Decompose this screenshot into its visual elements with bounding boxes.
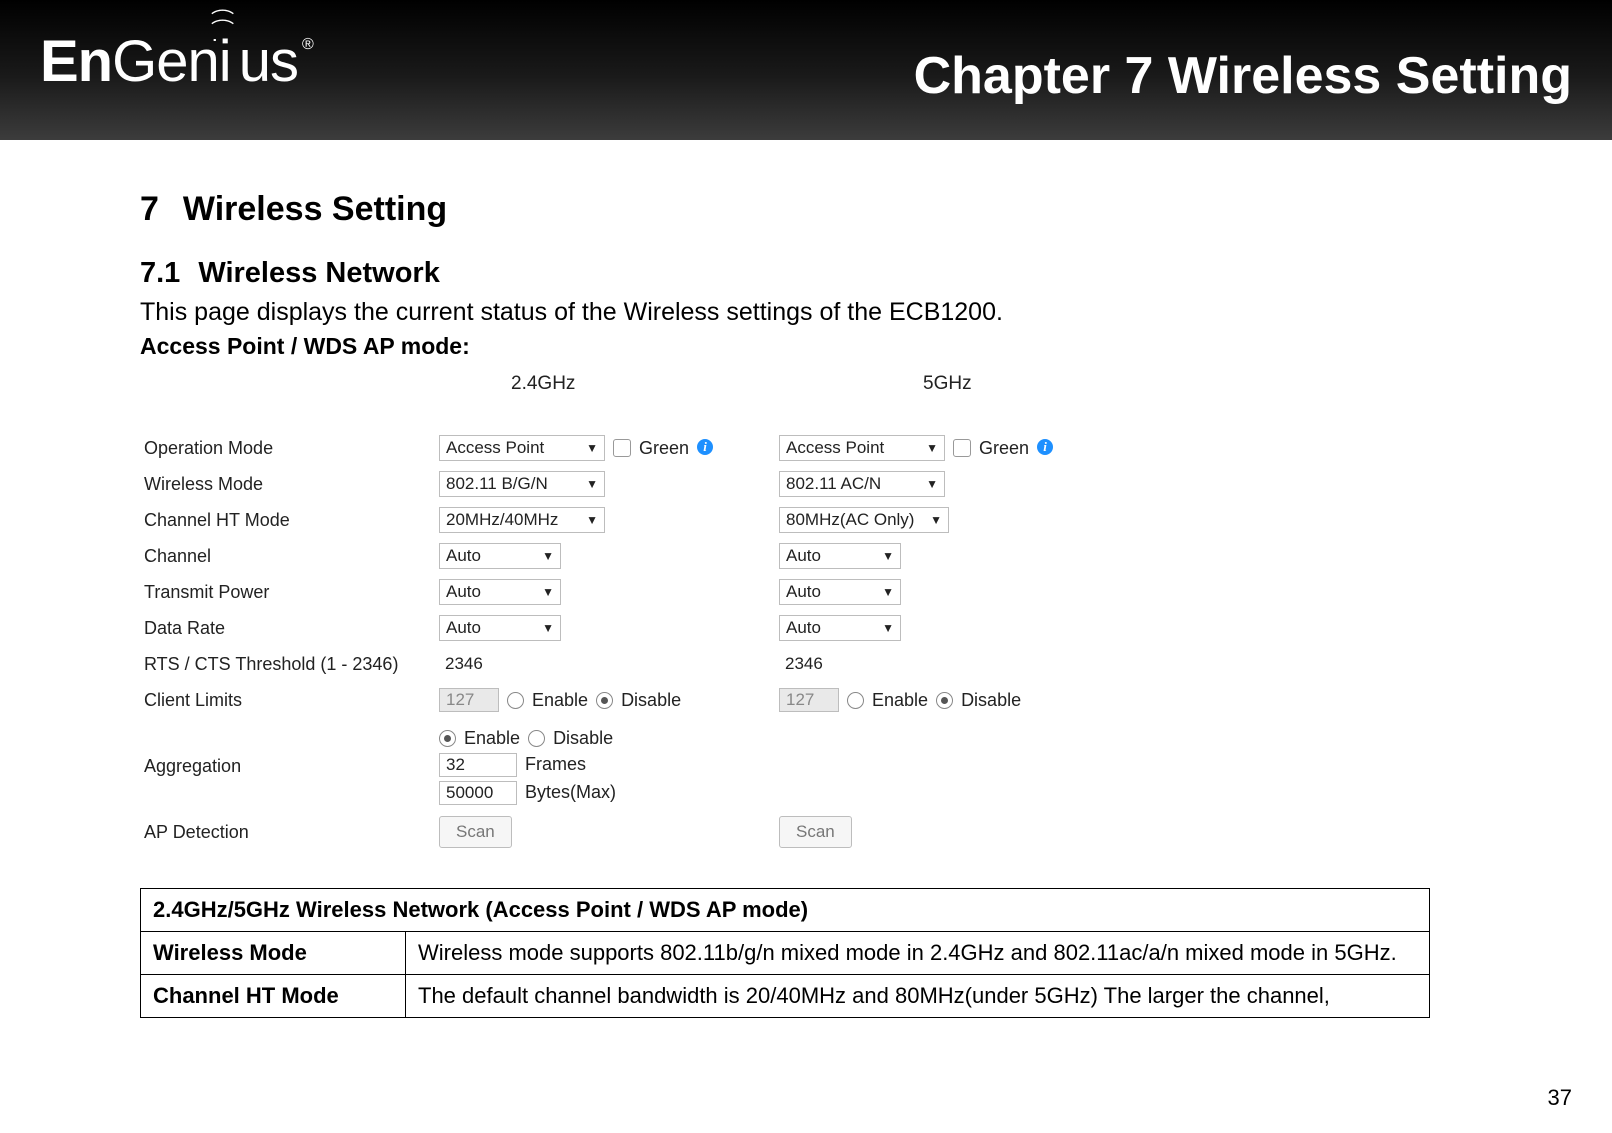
label-wireless-mode: Wireless Mode [140,474,439,495]
row-data-rate: Data Rate Auto▼ Auto▼ [140,610,1480,646]
row-aggregation: Aggregation Enable Disable 32 Frames 500… [140,718,1480,814]
select-wireless-mode-24[interactable]: 802.11 B/G/N▼ [439,471,605,497]
table-key: Channel HT Mode [141,975,406,1018]
label-rtscts: RTS / CTS Threshold (1 - 2346) [140,654,439,675]
checkbox-green-5g[interactable] [953,439,971,457]
label-disable: Disable [553,728,613,749]
radio-aggregation-disable[interactable] [528,730,545,747]
chevron-down-icon: ▼ [882,616,894,640]
scan-button-5g[interactable]: Scan [779,816,852,848]
select-data-rate-5g[interactable]: Auto▼ [779,615,901,641]
radio-client-limits-enable-24[interactable] [507,692,524,709]
brand-logo: EnGen⌒⌒·ius® [40,28,313,95]
label-disable: Disable [961,690,1021,711]
wireless-settings-panel: 2.4GHz 5GHz Operation Mode Access Point▼… [140,366,1480,850]
radio-client-limits-enable-5g[interactable] [847,692,864,709]
table-caption: 2.4GHz/5GHz Wireless Network (Access Poi… [141,889,1430,932]
label-ap-detection: AP Detection [140,822,439,843]
label-green-24: Green [639,438,689,459]
info-icon[interactable]: i [1037,439,1053,455]
input-rtscts-24[interactable]: 2346 [439,652,499,676]
chevron-down-icon: ▼ [926,472,938,496]
chevron-down-icon: ▼ [542,544,554,568]
row-channel: Channel Auto▼ Auto▼ [140,538,1480,574]
select-wireless-mode-5g[interactable]: 802.11 AC/N▼ [779,471,945,497]
label-aggregation: Aggregation [140,756,439,777]
description-table: 2.4GHz/5GHz Wireless Network (Access Poi… [140,888,1430,1018]
chevron-down-icon: ▼ [542,616,554,640]
label-channel: Channel [140,546,439,567]
chevron-down-icon: ▼ [882,580,894,604]
mode-label: Access Point / WDS AP mode: [140,333,1480,360]
table-value: Wireless mode supports 802.11b/g/n mixed… [406,932,1430,975]
select-channel-24[interactable]: Auto▼ [439,543,561,569]
input-client-limits-5g[interactable]: 127 [779,688,839,712]
column-header-5ghz: 5GHz [851,373,1263,395]
chevron-down-icon: ▼ [586,436,598,460]
input-aggregation-frames[interactable]: 32 [439,753,517,777]
chevron-down-icon: ▼ [882,544,894,568]
chevron-down-icon: ▼ [586,508,598,532]
page-header: EnGen⌒⌒·ius® Chapter 7 Wireless Setting [0,0,1612,140]
label-enable: Enable [532,690,588,711]
section-heading-7-1: 7.1Wireless Network [140,257,1480,290]
page-number: 37 [1548,1085,1572,1111]
label-disable: Disable [621,690,681,711]
select-operation-mode-5g[interactable]: Access Point▼ [779,435,945,461]
chevron-down-icon: ▼ [586,472,598,496]
table-row: Wireless Mode Wireless mode supports 802… [141,932,1430,975]
column-header-24ghz: 2.4GHz [439,373,851,395]
row-operation-mode: Operation Mode Access Point▼ Green i Acc… [140,430,1480,466]
label-enable: Enable [872,690,928,711]
radio-aggregation-enable[interactable] [439,730,456,747]
select-tx-power-24[interactable]: Auto▼ [439,579,561,605]
label-client-limits: Client Limits [140,690,439,711]
label-transmit-power: Transmit Power [140,582,439,603]
section-heading-7: 7Wireless Setting [140,190,1480,229]
table-value: The default channel bandwidth is 20/40MH… [406,975,1430,1018]
row-channel-ht-mode: Channel HT Mode 20MHz/40MHz▼ 80MHz(AC On… [140,502,1480,538]
chapter-title: Chapter 7 Wireless Setting [914,46,1572,106]
checkbox-green-24[interactable] [613,439,631,457]
select-channel-ht-24[interactable]: 20MHz/40MHz▼ [439,507,605,533]
select-channel-5g[interactable]: Auto▼ [779,543,901,569]
input-aggregation-bytes[interactable]: 50000 [439,781,517,805]
label-frames: Frames [525,754,586,775]
table-key: Wireless Mode [141,932,406,975]
radio-client-limits-disable-24[interactable] [596,692,613,709]
info-icon[interactable]: i [697,439,713,455]
label-operation-mode: Operation Mode [140,438,439,459]
row-transmit-power: Transmit Power Auto▼ Auto▼ [140,574,1480,610]
chevron-down-icon: ▼ [926,436,938,460]
row-wireless-mode: Wireless Mode 802.11 B/G/N▼ 802.11 AC/N▼ [140,466,1480,502]
label-bytes: Bytes(Max) [525,782,616,803]
label-enable: Enable [464,728,520,749]
intro-text: This page displays the current status of… [140,298,1480,327]
scan-button-24[interactable]: Scan [439,816,512,848]
row-rtscts: RTS / CTS Threshold (1 - 2346) 2346 2346 [140,646,1480,682]
label-green-5g: Green [979,438,1029,459]
label-data-rate: Data Rate [140,618,439,639]
chevron-down-icon: ▼ [930,508,942,532]
radio-client-limits-disable-5g[interactable] [936,692,953,709]
input-rtscts-5g[interactable]: 2346 [779,652,839,676]
row-client-limits: Client Limits 127 Enable Disable 127 Ena… [140,682,1480,718]
select-tx-power-5g[interactable]: Auto▼ [779,579,901,605]
row-ap-detection: AP Detection Scan Scan [140,814,1480,850]
select-data-rate-24[interactable]: Auto▼ [439,615,561,641]
label-channel-ht-mode: Channel HT Mode [140,510,439,531]
select-operation-mode-24[interactable]: Access Point▼ [439,435,605,461]
select-channel-ht-5g[interactable]: 80MHz(AC Only)▼ [779,507,949,533]
chevron-down-icon: ▼ [542,580,554,604]
input-client-limits-24[interactable]: 127 [439,688,499,712]
table-row: Channel HT Mode The default channel band… [141,975,1430,1018]
